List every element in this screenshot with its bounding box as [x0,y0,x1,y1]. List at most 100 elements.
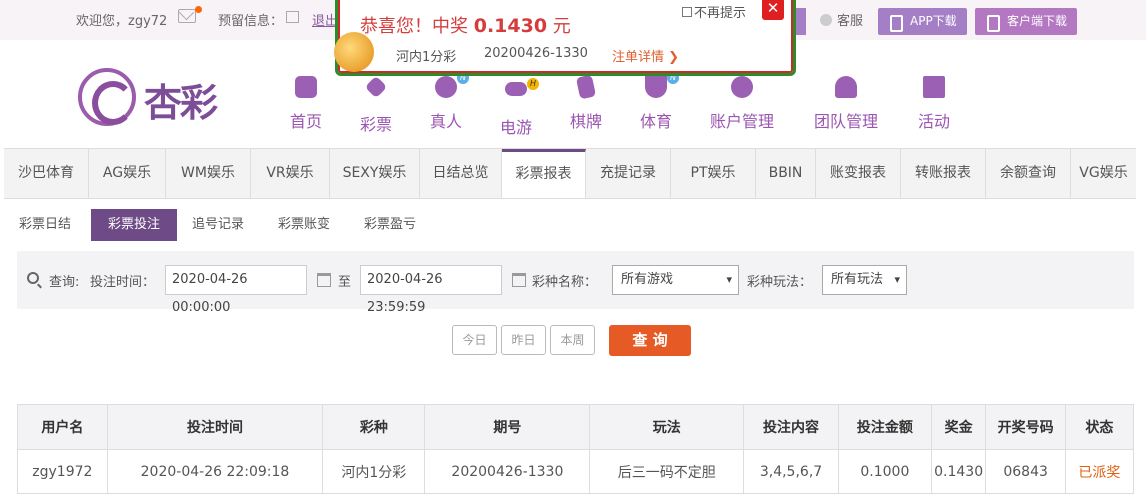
bet-time-label: 投注时间： [90,275,156,290]
tab-sexy[interactable]: SEXY娱乐 [330,149,420,198]
tab-saba-sports[interactable]: 沙巴体育 [4,149,89,198]
tab-bbin[interactable]: BBIN [756,149,816,198]
nav-label: 活动 [917,112,950,131]
today-button[interactable]: 今日 [452,325,497,355]
col-status: 状态 [1064,404,1135,450]
subtab-lottery-balance[interactable]: 彩票账变 [278,209,338,241]
lottery-ticket-icon [363,75,389,105]
gift-icon [921,76,947,102]
cell-game: 河内1分彩 [322,449,426,494]
nav-sports[interactable]: N 体育 [637,72,679,132]
win-game: 河内1分彩 [396,50,457,65]
live-dealer-icon: N [433,72,469,102]
cell-prize: 0.1430 [930,449,987,494]
play-select[interactable]: 所有玩法 [822,265,907,295]
cell-bet-content: 3,4,5,6,7 [743,449,839,494]
col-bet-time: 投注时间 [106,404,324,450]
bet-detail-link[interactable]: 注单详情 ❯ [612,46,679,65]
nav-label: 体育 [639,112,672,131]
tab-transfer-report[interactable]: 转账报表 [901,149,986,198]
calendar-icon[interactable] [317,273,331,287]
win-period: 20200426-1330 [484,46,588,61]
trophy-icon: N [643,72,679,102]
this-week-button[interactable]: 本周 [550,325,595,355]
tab-pt[interactable]: PT娱乐 [671,149,756,198]
col-draw-number: 开奖号码 [985,404,1066,450]
col-bet-amount: 投注金额 [837,404,932,450]
mail-icon[interactable] [178,9,196,23]
nav-label: 棋牌 [569,112,602,131]
cell-period: 20200426-1330 [424,449,591,494]
nav-label: 电游 [499,118,532,137]
col-prize: 奖金 [930,404,987,450]
no-remind-checkbox[interactable]: 不再提示 [682,2,746,21]
nav-account[interactable]: 账户管理 [707,74,777,132]
welcome-text: 欢迎您，zgy72 [76,14,168,29]
unread-dot-icon [195,6,202,13]
edit-icon[interactable] [286,11,299,23]
logo-mark-icon [78,68,136,126]
col-game: 彩种 [322,404,426,450]
cell-status[interactable]: 已派奖 [1064,449,1135,494]
tab-wm[interactable]: WM娱乐 [166,149,251,198]
end-time-input[interactable]: 2020-04-26 23:59:59 [360,265,502,315]
nav-label: 彩票 [359,115,392,134]
nav-label: 首页 [289,112,322,131]
to-label: 至 [338,275,352,290]
nav-home[interactable]: 首页 [287,74,325,132]
gamepad-icon: H [503,78,539,108]
tab-balance-query[interactable]: 余额查询 [986,149,1071,198]
search-button[interactable]: 查 询 [609,325,691,356]
yesterday-button[interactable]: 昨日 [501,325,546,355]
nav-label: 团队管理 [813,112,878,131]
account-icon [729,76,755,102]
customer-service-link[interactable]: 客服 [820,10,863,29]
start-time-input[interactable]: 2020-04-26 00:00:00 [165,265,307,315]
game-select[interactable]: 所有游戏 [612,265,739,295]
tab-daily-overview[interactable]: 日结总览 [420,149,502,198]
client-download-button[interactable]: 客户端下载 [975,8,1078,35]
tab-balance-change[interactable]: 账变报表 [816,149,901,198]
nav-lottery[interactable]: 彩票 [357,74,395,135]
home-icon [293,76,319,102]
bets-table: 用户名 投注时间 彩种 期号 玩法 投注内容 投注金额 奖金 开奖号码 状态 z… [17,404,1135,494]
report-tabs: 沙巴体育 AG娱乐 WM娱乐 VR娱乐 SEXY娱乐 日结总览 彩票报表 充提记… [4,148,1136,199]
app-download-button[interactable]: APP下载 [878,8,967,35]
nav-activity[interactable]: 活动 [915,74,953,132]
site-logo[interactable]: 杏彩 [78,68,238,128]
table-row[interactable]: zgy1972 2020-04-26 22:09:18 河内1分彩 202004… [17,449,1135,494]
nav-live[interactable]: N 真人 [427,72,469,132]
search-icon [27,272,39,284]
nav-label: 真人 [429,112,462,131]
win-amount: 0.1430 [473,15,548,37]
nav-team[interactable]: 团队管理 [811,74,881,132]
filter-bar: 查询: 投注时间： 2020-04-26 00:00:00 至 2020-04-… [17,251,1134,315]
query-label: 查询: [49,275,80,290]
reserved-info-label: 预留信息： [218,14,284,29]
table-header-row: 用户名 投注时间 彩种 期号 玩法 投注内容 投注金额 奖金 开奖号码 状态 [17,404,1135,450]
subtab-lottery-daily[interactable]: 彩票日结 [19,209,79,241]
col-play-type: 玩法 [589,404,745,450]
subtab-chase-records[interactable]: 追号记录 [192,209,252,241]
logo-text: 杏彩 [144,81,218,125]
cell-draw-number: 06843 [985,449,1066,494]
money-bag-icon [334,32,374,72]
tab-ag[interactable]: AG娱乐 [89,149,166,198]
subtab-lottery-bets[interactable]: 彩票投注 [91,209,177,241]
tab-deposit-withdraw[interactable]: 充提记录 [586,149,671,198]
col-bet-content: 投注内容 [743,404,839,450]
nav-chess[interactable]: 棋牌 [567,74,605,132]
tab-vr[interactable]: VR娱乐 [251,149,330,198]
close-button[interactable]: ✕ [762,0,784,20]
cell-bet-time: 2020-04-26 22:09:18 [106,449,324,494]
cell-username: zgy1972 [17,449,108,494]
checkbox-icon[interactable] [682,7,692,17]
subtab-lottery-profit[interactable]: 彩票盈亏 [364,209,424,241]
game-name-label: 彩种名称： [532,275,598,290]
nav-label: 账户管理 [709,112,774,131]
tab-vg[interactable]: VG娱乐 [1071,149,1136,198]
calendar-icon[interactable] [512,273,526,287]
nav-egame[interactable]: H 电游 [497,74,539,138]
play-type-label: 彩种玩法： [747,275,813,290]
tab-lottery-report[interactable]: 彩票报表 [502,149,586,198]
